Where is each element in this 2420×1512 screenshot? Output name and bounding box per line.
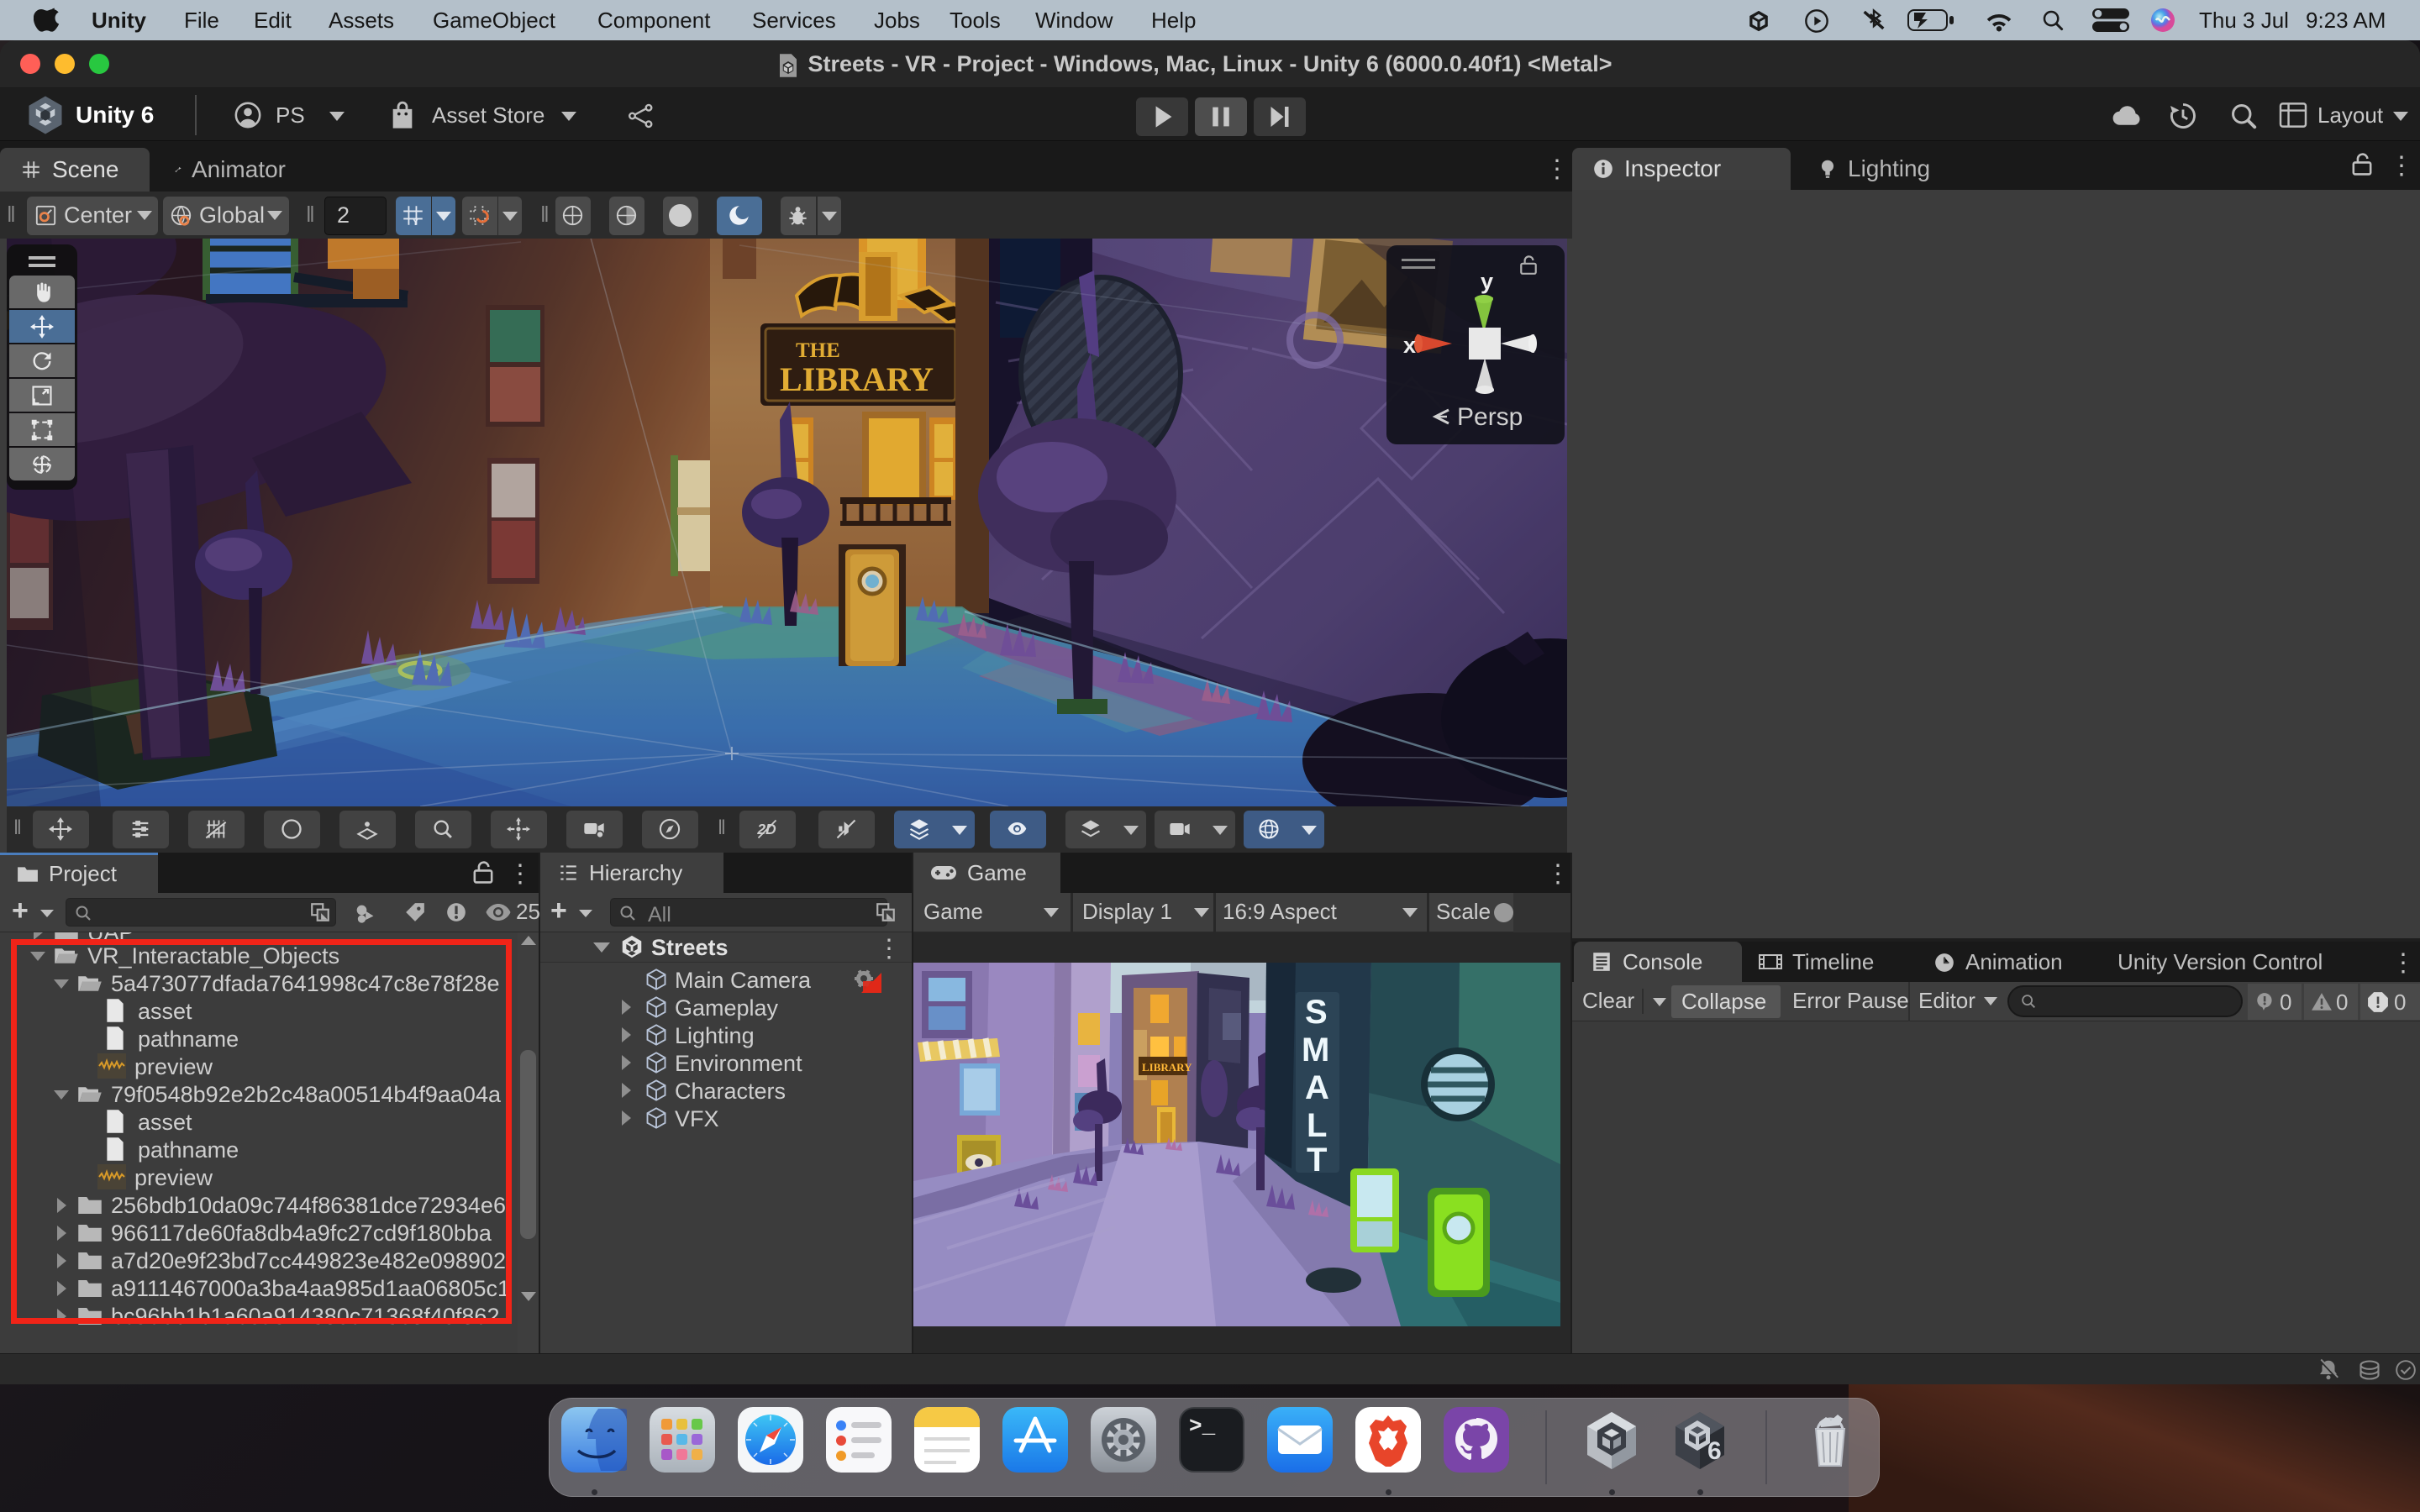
svg-text:A: A [1305, 1069, 1329, 1106]
svg-text:Y: Y [412, 216, 419, 227]
svg-text:6: 6 [1707, 1437, 1722, 1465]
svg-text:L: L [1307, 1107, 1327, 1144]
svg-text:M: M [1302, 1032, 1329, 1068]
svg-text:Persp: Persp [1457, 403, 1523, 431]
svg-text:x: x [1403, 333, 1416, 358]
svg-text:S: S [1305, 994, 1328, 1031]
svg-text:LIBRARY: LIBRARY [1142, 1061, 1192, 1074]
svg-text:T: T [1307, 1142, 1327, 1179]
